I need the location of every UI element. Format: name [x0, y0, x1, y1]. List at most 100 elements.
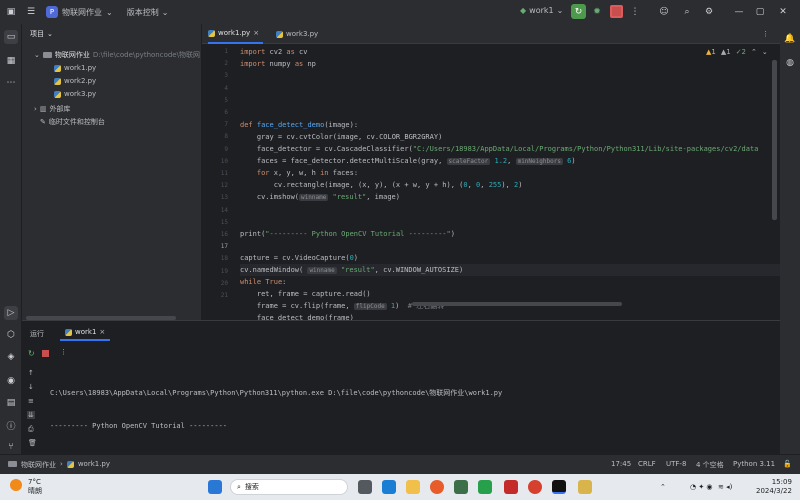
search-icon[interactable]: ⌕	[680, 5, 694, 19]
python-config-icon: ◆	[520, 6, 527, 15]
windows-start-icon[interactable]	[208, 480, 222, 494]
file-encoding[interactable]: UTF-8	[666, 460, 686, 468]
main-menu-icon[interactable]: ☰	[24, 5, 38, 19]
file-explorer-icon[interactable]	[406, 480, 420, 494]
console-line: C:\Users\18983\AppData\Local\Programs\Py…	[50, 389, 503, 397]
line-number: 21	[220, 292, 228, 299]
print-icon[interactable]: ⎙	[28, 425, 34, 434]
notifications-icon[interactable]: 🔔	[783, 32, 797, 46]
app-icon[interactable]	[382, 480, 396, 494]
file-item-work2[interactable]: work2.py	[54, 77, 96, 85]
scratch-icon: ✎	[40, 118, 46, 126]
console-output[interactable]: C:\Users\18983\AppData\Local\Programs\Py…	[50, 366, 502, 454]
vcs-label: 版本控制	[126, 7, 159, 17]
project-tool-icon[interactable]: ▭	[4, 30, 18, 44]
firefox-icon[interactable]	[430, 480, 444, 494]
python-interpreter[interactable]: Python 3.11	[733, 460, 775, 468]
tab-label: work1.py	[218, 29, 251, 37]
tree-root[interactable]: ⌄ 物联网作业 D:\file\code\pythoncode\物联网	[34, 50, 200, 60]
weather-temp: 7°C	[28, 478, 41, 486]
project-switcher[interactable]: P 物联网作业 ⌄	[46, 6, 113, 18]
vcs-widget[interactable]: 版本控制 ⌄	[127, 7, 169, 18]
tab-work3[interactable]: work3.py	[276, 24, 318, 44]
run-tool-icon[interactable]: ▷	[4, 306, 18, 320]
windows-taskbar: 7°C 晴朗 ⌕ 搜索 ⌃ ◔ ✦ ◉ ≋ ◂) 15:09 2024/3/22	[0, 474, 800, 500]
close-icon[interactable]: ×	[253, 29, 259, 37]
app-icon[interactable]	[504, 480, 518, 494]
chrome-icon[interactable]	[528, 480, 542, 494]
problems-icon[interactable]: ⓘ	[4, 418, 18, 432]
line-gutter: 1 2 3 4 5 6 7 8 9 10 11 12 13 14 15 16 17 18 19 20 21	[202, 44, 232, 320]
tabs-more-icon[interactable]: ⋮	[762, 24, 769, 44]
project-panel: 项目 ⌄ ⌄ 物联网作业 D:\file\code\pythoncode\物联网…	[22, 24, 202, 320]
pycharm-icon[interactable]	[552, 480, 566, 494]
more-tools-icon[interactable]: ⋯	[4, 76, 18, 90]
account-icon[interactable]: ☺	[657, 5, 671, 19]
tree-scratches[interactable]: ✎ 临时文件和控制台	[40, 117, 105, 127]
run-tab-label: work1	[75, 328, 97, 336]
tab-work1[interactable]: work1.py ×	[208, 24, 264, 44]
weather-desc: 晴朗	[28, 487, 42, 495]
line-number: 16	[220, 231, 228, 238]
lock-icon[interactable]: 🔓	[783, 460, 792, 468]
structure-tool-icon[interactable]: ▦	[4, 54, 18, 68]
search-placeholder: 搜索	[244, 483, 259, 491]
debug-icon[interactable]: ✹	[590, 5, 604, 19]
file-item-work1[interactable]: work1.py	[54, 64, 96, 72]
line-number: 14	[220, 206, 228, 214]
python-packages-icon[interactable]: ⬡	[4, 328, 18, 342]
line-separator[interactable]: CRLF	[638, 460, 656, 468]
clock-time: 15:09	[771, 478, 792, 486]
app-icon[interactable]	[578, 480, 592, 494]
close-icon[interactable]: ×	[99, 328, 105, 336]
tree-external-libs[interactable]: › ▥ 外部库	[34, 104, 70, 114]
wifi-volume-icon[interactable]: ≋ ◂)	[718, 483, 732, 491]
services-icon[interactable]: ◉	[4, 374, 18, 388]
editor-horizontal-scrollbar[interactable]	[412, 302, 622, 306]
more-icon[interactable]: ⋮	[60, 348, 67, 356]
stop-button[interactable]	[610, 5, 623, 18]
breadcrumb[interactable]: 物联网作业 › work1.py	[8, 460, 110, 470]
layers-icon[interactable]: ◈	[4, 350, 18, 364]
scroll-up-icon[interactable]: ↑	[28, 369, 34, 377]
maximize-icon[interactable]: ▢	[753, 5, 767, 19]
app-icon[interactable]	[454, 480, 468, 494]
tray-icons[interactable]: ◔ ✦ ◉	[690, 483, 713, 491]
line-number: 1	[224, 48, 228, 55]
caret-position[interactable]: 17:45	[611, 460, 631, 468]
folder-icon	[8, 461, 17, 467]
python-file-icon	[65, 328, 72, 336]
settings-gear-icon[interactable]: ⚙	[702, 5, 716, 19]
clock[interactable]: 15:09 2024/3/22	[756, 478, 792, 496]
vertical-scrollbar[interactable]	[772, 60, 777, 220]
python-file-icon	[54, 77, 61, 85]
close-icon[interactable]: ✕	[776, 5, 790, 19]
more-actions-icon[interactable]: ⋮	[628, 5, 642, 19]
run-config-selector[interactable]: ◆ work1 ⌄	[520, 6, 563, 15]
task-view-icon[interactable]	[358, 480, 372, 494]
run-tab-work1[interactable]: work1 ×	[60, 325, 111, 341]
database-icon[interactable]: ◍	[783, 56, 797, 70]
project-panel-header[interactable]: 项目 ⌄	[30, 29, 53, 39]
scroll-down-icon[interactable]: ↓	[28, 383, 34, 391]
terminal-icon[interactable]: ▤	[4, 396, 18, 410]
trash-icon[interactable]: 🗑	[28, 439, 37, 447]
code-area[interactable]: import cv2 as cv import numpy as np def …	[240, 44, 780, 320]
python-file-icon	[54, 64, 61, 72]
soft-wrap-icon[interactable]: ≡	[28, 397, 34, 405]
rerun-button[interactable]: ↻	[571, 4, 586, 19]
minimize-icon[interactable]: —	[732, 5, 746, 19]
tray-chevron-icon[interactable]: ⌃	[660, 483, 666, 491]
taskbar-search[interactable]: ⌕ 搜索	[230, 479, 348, 495]
indent-setting[interactable]: 4 个空格	[696, 460, 724, 470]
git-icon[interactable]: ⑂	[4, 440, 18, 454]
editor-tabs: work1.py × work3.py ⋮	[202, 24, 800, 44]
weather-widget[interactable]: 7°C 晴朗	[28, 478, 42, 496]
file-item-work3[interactable]: work3.py	[54, 90, 96, 98]
run-panel: 运行 work1 × ↻ ⋮ ↑ ↓ ≡ ⇊ ⎙ 🗑 C:\Users\1898…	[22, 320, 780, 454]
scroll-to-end-icon[interactable]: ⇊	[27, 411, 35, 419]
stop-icon[interactable]	[42, 350, 49, 357]
app-icon[interactable]	[478, 480, 492, 494]
clock-date: 2024/3/22	[756, 487, 792, 495]
rerun-icon[interactable]: ↻	[28, 349, 35, 358]
